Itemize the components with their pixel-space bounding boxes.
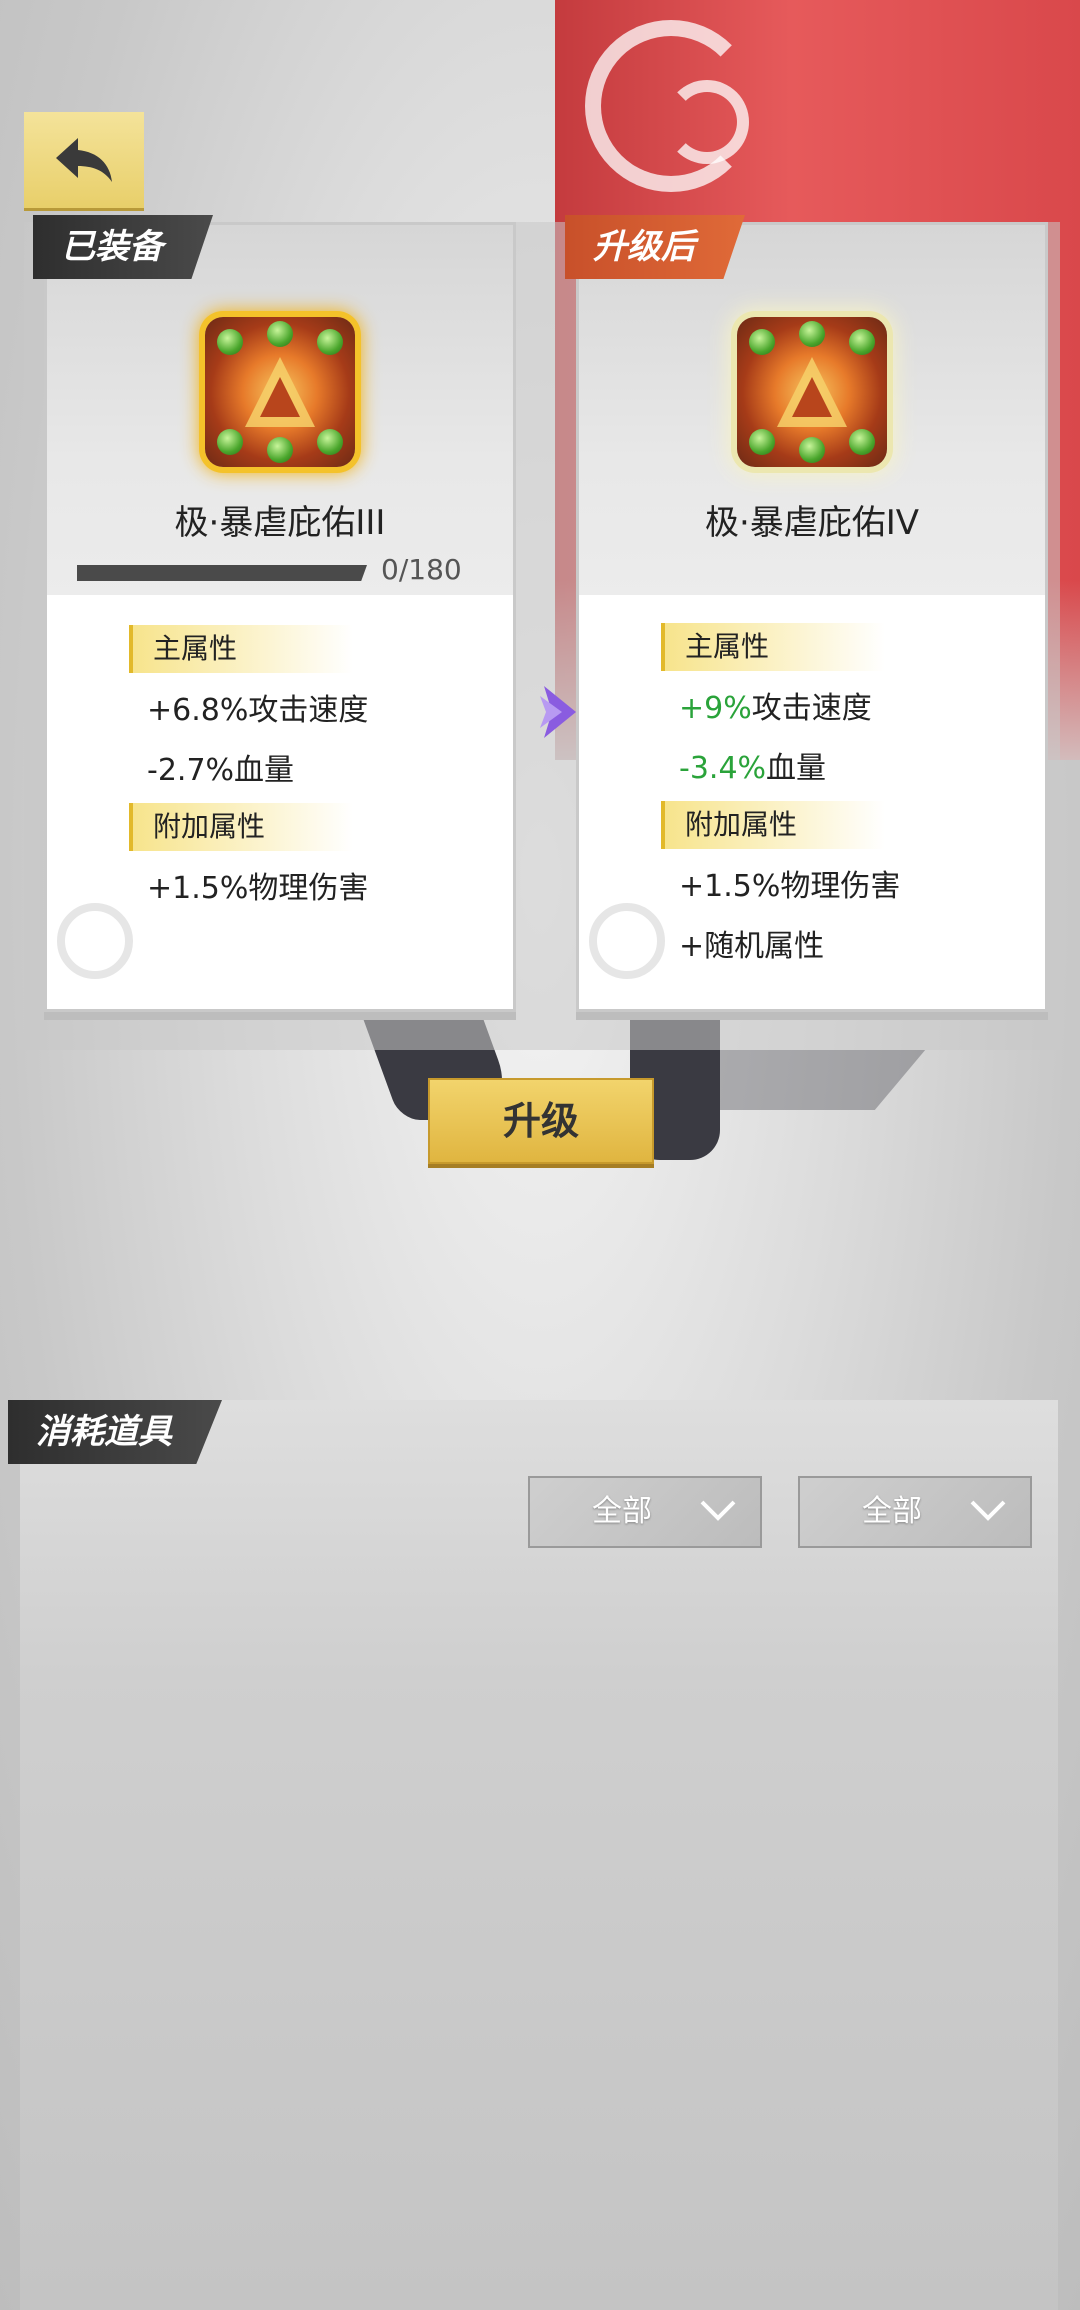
gem-icon	[749, 329, 775, 355]
upgraded-tag: 升级后	[565, 215, 745, 279]
upgrade-button[interactable]: 升级	[428, 1078, 654, 1164]
extra-attr-line: +随机属性	[679, 929, 825, 964]
consume-items-panel: 消耗道具 全部 全部	[8, 1400, 1058, 2310]
main-attr-header: 主属性	[129, 625, 353, 673]
banner-cloud-ornament	[665, 80, 749, 164]
cloud-ornament	[57, 903, 133, 979]
chevron-right-icon	[540, 686, 576, 738]
extra-attr-line: +1.5%物理伤害	[679, 869, 901, 904]
gem-icon	[217, 329, 243, 355]
equipped-item-name: 极·暴虐庇佑III	[174, 503, 386, 543]
item-emblem-icon	[245, 357, 315, 427]
gem-icon	[317, 429, 343, 455]
attr-label: 攻击速度	[751, 691, 872, 726]
main-attr-header: 主属性	[661, 623, 885, 671]
gem-icon	[849, 329, 875, 355]
extra-attr-line: +1.5%物理伤害	[147, 871, 369, 906]
filter-dropdown-label: 全部	[592, 1494, 652, 1529]
item-emblem-icon	[777, 357, 847, 427]
equipped-tag: 已装备	[33, 215, 213, 279]
gem-icon	[749, 429, 775, 455]
exp-progress-bar	[77, 565, 367, 581]
gem-icon	[799, 437, 825, 463]
gem-icon	[799, 321, 825, 347]
main-attr-line: +6.8%攻击速度	[147, 693, 369, 728]
attr-value-increase: -3.4%	[679, 751, 767, 786]
main-attr-line: -2.7%血量	[147, 753, 295, 788]
gem-icon	[267, 321, 293, 347]
equipped-item-icon[interactable]	[205, 317, 355, 467]
upgraded-item-icon[interactable]	[737, 317, 887, 467]
gem-icon	[849, 429, 875, 455]
upgraded-item-name: 极·暴虐庇佑IV	[704, 503, 920, 543]
gem-icon	[217, 429, 243, 455]
cloud-ornament	[589, 903, 665, 979]
equipped-card: 已装备 极·暴虐庇佑III 0/180 主属性 +6.8%攻击速度 -2.7%血…	[33, 215, 516, 1012]
main-attr-line: -3.4%血量	[679, 743, 826, 787]
attr-value-increase: +9%	[679, 691, 752, 726]
extra-attr-header: 附加属性	[129, 803, 353, 851]
filter-dropdown-2[interactable]: 全部	[798, 1476, 1032, 1548]
upgraded-card: 升级后 极·暴虐庇佑IV 主属性 +9%攻击速度 -3.4%血量 附加属性 +1…	[565, 215, 1048, 1012]
compare-panel: 已装备 极·暴虐庇佑III 0/180 主属性 +6.8%攻击速度 -2.7%血…	[24, 215, 1060, 1050]
back-arrow-icon	[56, 138, 112, 182]
attr-label: 血量	[766, 751, 827, 786]
filter-dropdown-1[interactable]: 全部	[528, 1476, 762, 1548]
main-attr-line: +9%攻击速度	[679, 683, 872, 727]
gem-icon	[317, 329, 343, 355]
back-button[interactable]	[24, 112, 144, 208]
chevron-down-icon	[700, 1500, 736, 1521]
gem-icon	[267, 437, 293, 463]
exp-progress-text: 0/180	[381, 553, 462, 586]
extra-attr-header: 附加属性	[661, 801, 885, 849]
chevron-down-icon	[970, 1500, 1006, 1521]
filter-dropdown-label: 全部	[862, 1494, 922, 1529]
consume-items-tag: 消耗道具	[8, 1400, 222, 1464]
